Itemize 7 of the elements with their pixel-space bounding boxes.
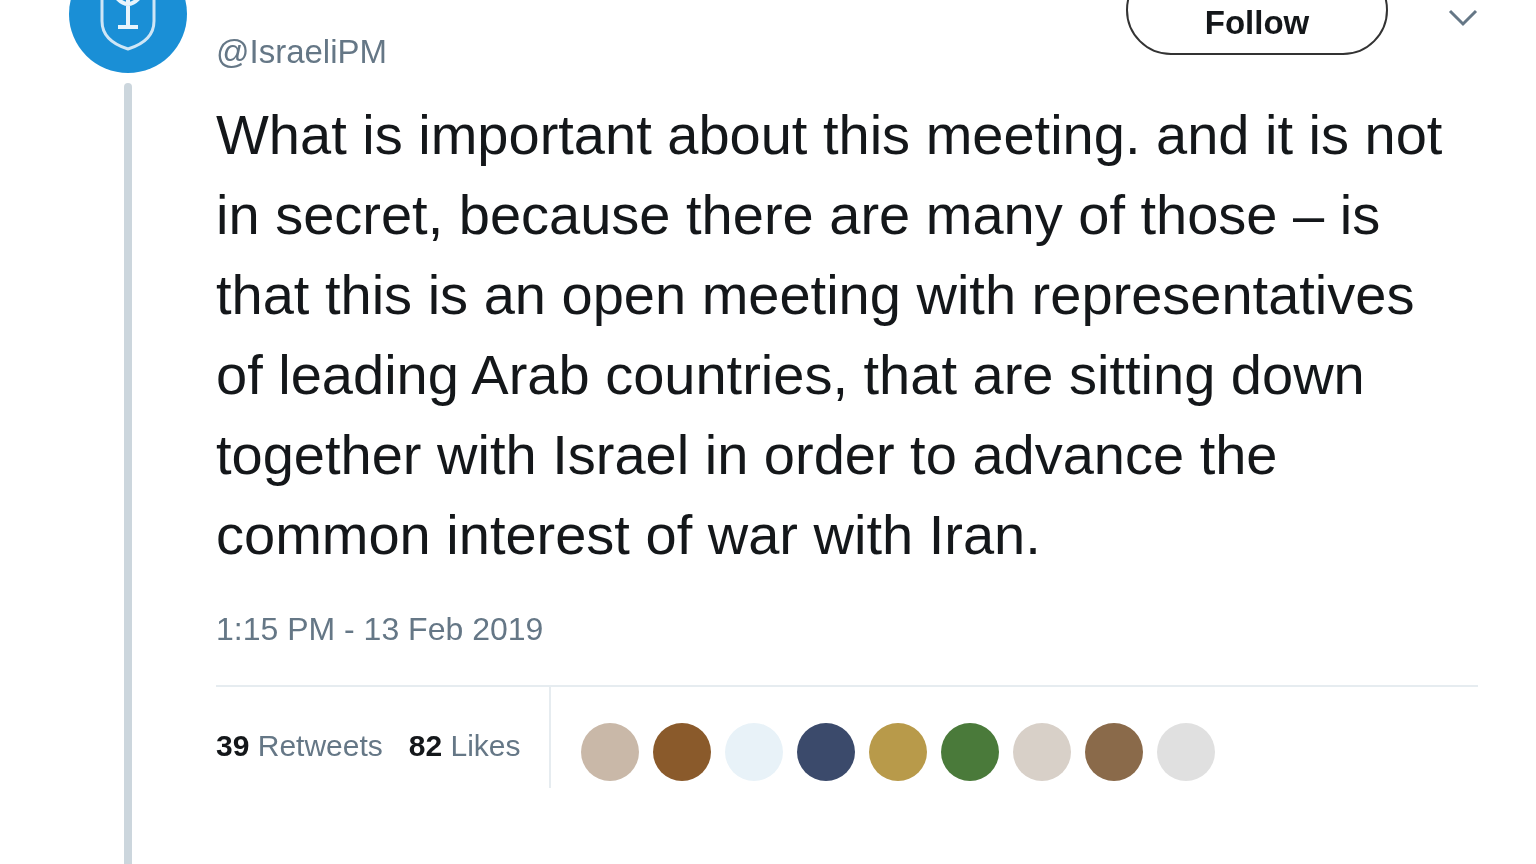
follow-button[interactable]: Follow <box>1126 0 1388 55</box>
chevron-down-icon[interactable] <box>1448 9 1478 27</box>
tweet-text: What is important about this meeting. and it is not in secret, because there are many of those – is that this is an open meeting with representatives of leading Arab countries, that are sitting down together with Israel in order to advance the common interest of war with Iran. <box>216 102 1444 568</box>
account-handle[interactable]: @IsraeliPM <box>216 27 388 77</box>
tweet-timestamp[interactable]: 1:15 PM - 13 Feb 2019 <box>216 605 1478 653</box>
engagement-stat[interactable]: 82 Likes <box>408 723 521 768</box>
engagement-stat[interactable]: 39 Retweets <box>216 723 383 768</box>
